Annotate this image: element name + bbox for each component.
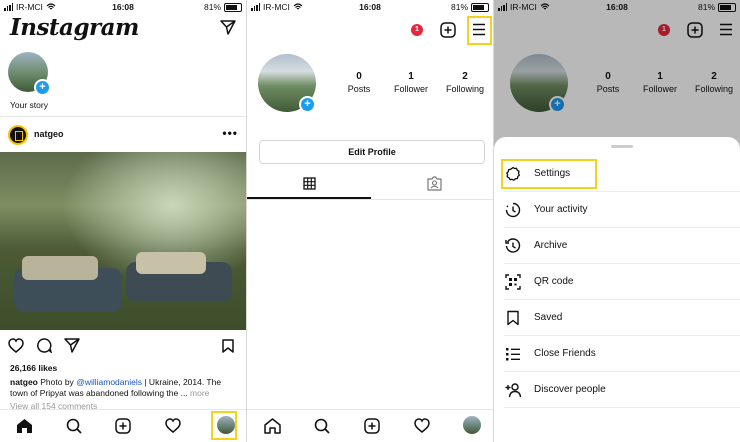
post-image-detail xyxy=(14,256,122,312)
edit-profile-button[interactable]: Edit Profile xyxy=(259,140,485,164)
save-icon[interactable] xyxy=(222,339,234,353)
menu-item-close-friends[interactable]: Close Friends xyxy=(494,336,740,372)
followers-label: Follower xyxy=(393,84,428,94)
likes-count[interactable]: 26,166 likes xyxy=(10,363,57,373)
status-bar: IR-MCI 16:08 81% xyxy=(247,0,493,14)
bottom-nav xyxy=(247,409,493,442)
divider xyxy=(247,199,493,200)
home-icon[interactable] xyxy=(264,418,281,434)
posts-stat[interactable]: 0 Posts xyxy=(331,71,387,94)
post-author-avatar[interactable] xyxy=(8,125,28,145)
posts-label: Posts xyxy=(347,84,371,94)
followers-stat[interactable]: 1 Follower xyxy=(383,71,439,94)
bookmark-icon xyxy=(507,310,519,326)
add-story-icon[interactable]: + xyxy=(299,96,316,113)
comment-icon[interactable] xyxy=(36,338,52,353)
qr-code-icon xyxy=(505,274,521,290)
profile-screen: IR-MCI 16:08 81% 1 + 0 Posts 1 Follower 2 F… xyxy=(247,0,493,442)
share-icon[interactable] xyxy=(64,338,80,353)
battery-percent: 81% xyxy=(450,2,468,12)
menu-bottom-sheet: Settings Your activity Archive QR code S… xyxy=(494,137,740,442)
archive-icon xyxy=(505,238,521,253)
divider xyxy=(0,116,246,117)
create-post-icon[interactable] xyxy=(115,418,131,434)
following-count: 2 xyxy=(462,71,468,82)
menu-item-your-activity[interactable]: Your activity xyxy=(494,192,740,228)
caption-prefix: Photo by xyxy=(40,377,74,387)
activity-heart-icon[interactable] xyxy=(414,418,430,433)
like-icon[interactable] xyxy=(8,338,24,353)
app-title: Instagram xyxy=(10,14,139,41)
bottom-nav xyxy=(0,409,246,442)
highlight-box xyxy=(467,16,492,45)
menu-item-label: Archive xyxy=(534,240,568,251)
create-post-icon[interactable] xyxy=(364,418,380,434)
caption-username[interactable]: natgeo xyxy=(10,377,38,387)
create-icon[interactable] xyxy=(440,22,456,38)
battery-icon xyxy=(471,2,489,12)
activity-icon xyxy=(505,202,521,218)
menu-item-discover-people[interactable]: Discover people xyxy=(494,372,740,408)
battery-percent: 81% xyxy=(203,2,221,12)
divider xyxy=(504,407,740,408)
profile-tab-avatar[interactable] xyxy=(463,416,481,434)
tagged-icon[interactable] xyxy=(427,176,442,191)
followers-count: 1 xyxy=(408,71,414,82)
highlight-box xyxy=(501,159,597,189)
feed-screen: IR-MCI 16:08 81% Instagram + Your story … xyxy=(0,0,246,442)
highlight-box xyxy=(211,411,237,440)
home-icon[interactable] xyxy=(16,418,33,434)
caption-more-link[interactable]: more xyxy=(190,388,209,398)
menu-item-saved[interactable]: Saved xyxy=(494,300,740,336)
menu-screen: IR-MCI 16:08 81% 1 + 0 Posts 1 Follower 2F… xyxy=(494,0,740,442)
menu-item-archive[interactable]: Archive xyxy=(494,228,740,264)
menu-item-label: Saved xyxy=(534,312,563,323)
menu-item-label: Close Friends xyxy=(534,348,596,359)
post-options-icon[interactable]: ••• xyxy=(222,126,238,140)
search-icon[interactable] xyxy=(314,418,330,434)
menu-item-label: Discover people xyxy=(534,384,606,395)
add-person-icon xyxy=(505,383,521,398)
sheet-drag-handle[interactable] xyxy=(611,145,633,148)
notification-badge[interactable]: 1 xyxy=(411,24,423,36)
add-story-icon[interactable]: + xyxy=(34,79,51,96)
post-image-detail xyxy=(126,252,232,302)
grid-icon[interactable] xyxy=(303,177,316,190)
activity-heart-icon[interactable] xyxy=(165,418,181,433)
posts-count: 0 xyxy=(356,71,362,82)
menu-item-qr-code[interactable]: QR code xyxy=(494,264,740,300)
following-label: Following xyxy=(445,84,485,94)
profile-tabs xyxy=(247,173,493,199)
search-icon[interactable] xyxy=(66,418,82,434)
post-username[interactable]: natgeo xyxy=(34,129,64,139)
post-caption: natgeo Photo by @williamodaniels | Ukrai… xyxy=(10,377,238,399)
battery-icon xyxy=(224,2,242,12)
caption-mention[interactable]: @williamodaniels xyxy=(76,377,142,387)
menu-item-label: Your activity xyxy=(534,204,588,215)
menu-item-label: QR code xyxy=(534,276,574,287)
close-friends-icon xyxy=(506,348,520,361)
direct-messages-icon[interactable] xyxy=(220,20,236,35)
status-bar: IR-MCI 16:08 81% xyxy=(0,0,246,14)
following-stat[interactable]: 2 Following xyxy=(437,71,493,94)
your-story-label: Your story xyxy=(10,100,48,110)
